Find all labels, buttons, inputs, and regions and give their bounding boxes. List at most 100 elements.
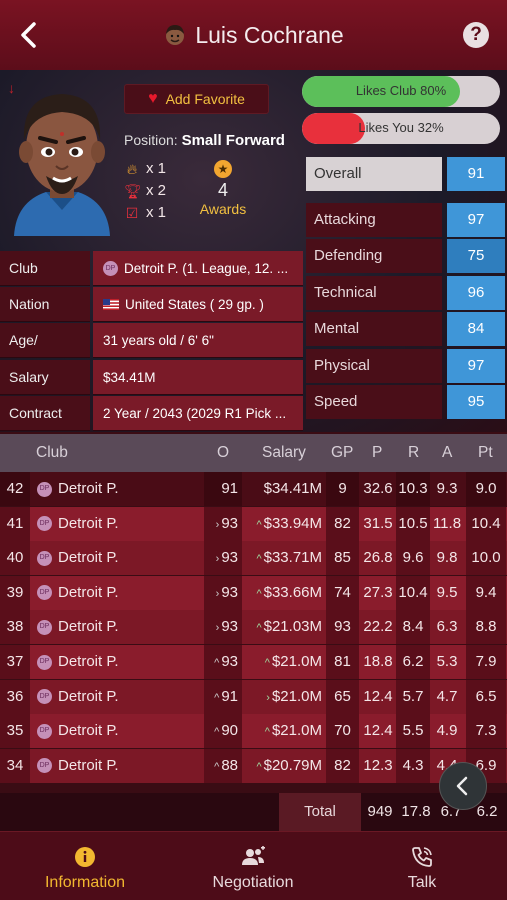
overall-cell: › 93: [204, 575, 242, 610]
career-row[interactable]: 40 DP Detroit P. › 93 ^ $33.71M 85 26.8 9.6 9.8 10.…: [0, 541, 507, 576]
club-cell: DP Detroit P.: [31, 610, 204, 644]
p-cell: 12.4: [363, 687, 393, 705]
club-name: Detroit P.: [58, 549, 119, 567]
nav-tab-information[interactable]: Information: [22, 832, 148, 900]
career-row[interactable]: 41 DP Detroit P. › 93 ^ $33.94M 82 31.5 10.5 11.8 1…: [0, 506, 507, 541]
pt-cell: 7.3: [466, 714, 506, 749]
pt-cell: 7.9: [466, 645, 506, 679]
a-cell: 9.3: [436, 480, 458, 497]
header-title-group: Luis Cochrane: [163, 21, 344, 49]
trend-arrow-icon: ›: [215, 587, 220, 600]
r-cell: 10.4: [396, 575, 430, 610]
column-header-salary[interactable]: Salary: [262, 444, 306, 462]
r-cell: 5.5: [396, 714, 430, 749]
rating-value: 75: [447, 239, 505, 273]
info-value: 2 Year / 2043 (2029 R1 Pick ...: [93, 396, 303, 431]
column-header-overall[interactable]: O: [217, 444, 229, 462]
trophy-icon: 🏆︎: [124, 183, 142, 199]
career-row[interactable]: 39 DP Detroit P. › 93 ^ $33.66M 74 27.3 10.4 9.5 9.…: [0, 575, 507, 610]
rating-value: 95: [447, 385, 505, 419]
club-cell: DP Detroit P.: [31, 576, 204, 610]
salary-cell: › $21.0M: [243, 680, 325, 714]
club-name: Detroit P.: [58, 583, 119, 601]
club-badge-icon: DP: [37, 689, 52, 705]
rating-name: Physical: [306, 349, 442, 383]
column-header-p[interactable]: P: [372, 444, 382, 462]
career-row[interactable]: 42 DP Detroit P. 91 $34.41M 9 32.6 10.3 9.3 9.0: [0, 472, 507, 506]
likes-you-label: Likes You 32%: [358, 120, 444, 135]
club-cell: DP Detroit P.: [31, 472, 204, 506]
p-cell: 18.8: [363, 653, 393, 670]
a-cell: 4.9: [436, 722, 458, 740]
trend-arrow-icon: ›: [215, 553, 220, 566]
column-header-a[interactable]: A: [442, 444, 452, 462]
users-icon: [242, 846, 265, 865]
column-header-pt[interactable]: Pt: [478, 444, 493, 462]
pt-cell: 6.5: [466, 679, 506, 714]
page-title: Luis Cochrane: [195, 21, 344, 48]
column-header-gp[interactable]: GP: [331, 444, 353, 462]
app-header: Luis Cochrane ?: [0, 0, 507, 70]
career-row[interactable]: 35 DP Detroit P. ^ 90 ^ $21.0M 70 12.4 5.5 4.9 7.3: [0, 714, 507, 749]
trend-arrow-icon: ^: [256, 587, 262, 600]
gp-cell: 93: [326, 610, 359, 645]
club-cell: DP Detroit P.: [31, 507, 204, 541]
add-favorite-button[interactable]: ♥ Add Favorite: [124, 84, 269, 114]
question-icon: ?: [470, 24, 482, 45]
info-value: 31 years old / 6' 6": [93, 323, 303, 358]
rating-name: Overall: [306, 157, 442, 191]
gp-cell: 82: [326, 506, 359, 541]
club-name: Detroit P.: [58, 756, 119, 774]
info-row-club[interactable]: Club DP Detroit P. (1. League, 12. ...: [0, 251, 303, 286]
nav-tab-negotiation[interactable]: Negotiation: [190, 832, 316, 900]
p-cell: 27.3: [363, 583, 393, 601]
overall-value: 88: [221, 756, 238, 774]
info-row-age: Age/ 31 years old / 6' 6": [0, 323, 303, 358]
trend-arrow-icon: ^: [214, 760, 220, 773]
gp-cell: 9: [326, 472, 359, 506]
awards-block[interactable]: ★ 4 Awards: [196, 158, 250, 217]
career-row[interactable]: 38 DP Detroit P. › 93 ^ $21.03M 93 22.2 8.4 6.3 8.8: [0, 610, 507, 645]
back-button[interactable]: [14, 18, 46, 52]
club-cell: DP Detroit P.: [31, 680, 204, 714]
club-name: Detroit P.: [58, 514, 119, 532]
achievement-count: x 1: [146, 204, 167, 221]
club-name: Detroit P.: [58, 480, 119, 497]
r-cell: 5.7: [396, 679, 430, 714]
help-button[interactable]: ?: [463, 22, 489, 48]
club-cell: DP Detroit P.: [31, 645, 204, 679]
season-cell: 34: [0, 748, 30, 783]
info-row-contract[interactable]: Contract 2 Year / 2043 (2029 R1 Pick ...: [0, 396, 303, 431]
club-badge-icon: DP: [103, 260, 118, 276]
trend-arrow-icon: ^: [214, 691, 220, 704]
bottom-navigation: Information Negotiation Talk: [0, 831, 507, 900]
season-cell: 38: [0, 610, 30, 645]
career-row[interactable]: 37 DP Detroit P. ^ 93 ^ $21.0M 81 18.8 6.2 5.3 7.9: [0, 645, 507, 679]
nation-value: United States ( 29 gp. ): [125, 296, 264, 312]
career-row[interactable]: 34 DP Detroit P. ^ 88 ^ $20.79M 82 12.3 4.3 4.4 6.9: [0, 748, 507, 783]
season-cell: 41: [0, 506, 30, 541]
achievement-count: x 1: [146, 160, 167, 177]
p-cell: 12.3: [363, 756, 393, 774]
trend-arrow-icon: ^: [214, 657, 220, 669]
salary-value: $33.71M: [263, 549, 322, 567]
career-row[interactable]: 36 DP Detroit P. ^ 91 › $21.0M 65 12.4 5.7 4.7 6.5: [0, 679, 507, 714]
flame-icon: 🔥︎: [126, 161, 138, 177]
achievement-row: 🏆︎ x 2: [124, 180, 166, 202]
gp-cell: 65: [326, 679, 359, 714]
checkbox-icon: ☑: [125, 205, 139, 221]
club-badge-icon: DP: [37, 585, 52, 601]
column-header-club[interactable]: Club: [36, 444, 68, 462]
club-cell: DP Detroit P.: [31, 541, 204, 575]
nav-tab-talk[interactable]: Talk: [370, 832, 474, 900]
chevron-left-icon: [456, 776, 468, 796]
achievement-row: ☑ x 1: [124, 202, 166, 224]
info-key: Nation: [0, 287, 90, 322]
info-key: Contract: [0, 396, 90, 431]
salary-cell: $34.41M: [243, 472, 325, 506]
total-gp: 949: [367, 803, 393, 820]
gp-cell: 82: [326, 748, 359, 783]
collapse-button[interactable]: [439, 762, 487, 810]
us-flag-icon: [103, 298, 119, 310]
column-header-r[interactable]: R: [408, 444, 419, 462]
